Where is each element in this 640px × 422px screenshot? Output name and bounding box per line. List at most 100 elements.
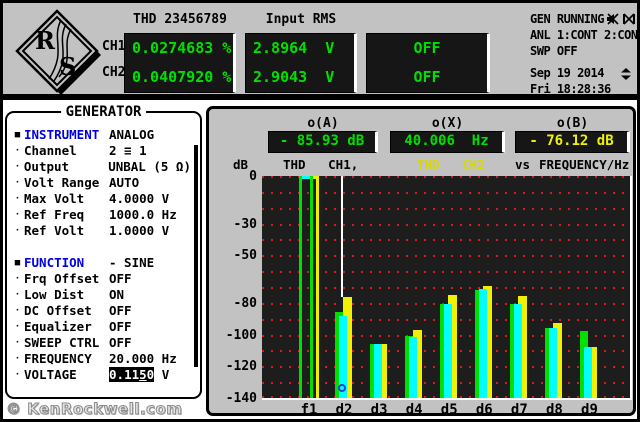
item-label: Max Volt [24, 191, 85, 206]
keyboard-locked-icon [622, 13, 635, 25]
x-tick-label: d8 [545, 402, 563, 418]
item-value: OFF [109, 303, 132, 318]
legend-vs: vs [515, 157, 531, 172]
fundamental-line [299, 176, 302, 398]
input-rms-ch1-value: 2.8964 V [253, 39, 335, 57]
item-label: Ref Freq [24, 207, 85, 222]
item-value: OFF [109, 319, 132, 334]
generator-menu-item-low-dist[interactable]: · Low Dist ON [11, 287, 191, 303]
item-value: ON [109, 287, 125, 302]
bar-overlap [409, 336, 418, 398]
scroll-updown-icon [621, 68, 631, 80]
ch1-label: CH1 [102, 39, 126, 54]
swp-status: SWP OFF [530, 44, 578, 58]
x-tick-label: d7 [510, 402, 528, 418]
item-bullet-icon: · [14, 178, 21, 188]
input-rms-title: Input RMS [265, 12, 337, 27]
item-label: Channel [24, 143, 77, 158]
bar-overlap [479, 288, 488, 398]
generator-menu-item-ref-volt[interactable]: · Ref Volt 1.0000 V [11, 223, 191, 239]
item-value: 4.0000 V [109, 191, 170, 206]
analyzer-panel: o(A) - 85.93 dB o(X) 40.006 Hz o(B) - 76… [206, 106, 636, 418]
item-label: DC Offset [24, 303, 92, 318]
aux-row1-value: OFF [413, 39, 441, 57]
input-rms-display: 2.8964 V 2.9043 V [245, 33, 357, 93]
thd-ch1-value: 0.0274683 % [132, 39, 232, 57]
generator-panel: GENERATOR ■ INSTRUMENT ANALOG · Channel 2 ≡ 1… [5, 104, 202, 399]
item-bullet-icon: · [14, 306, 21, 316]
item-bullet-icon: · [14, 274, 21, 284]
item-label: Equalizer [24, 319, 92, 334]
y-tick-label: -80 [233, 295, 257, 311]
generator-menu-item-ref-freq[interactable]: · Ref Freq 1000.0 Hz [11, 207, 191, 223]
generator-row-spacer [11, 239, 191, 255]
thd-display: 0.0274683 % 0.0407920 % [124, 33, 236, 93]
y-tick-label: -50 [233, 248, 257, 264]
legend-x-axis: FREQUENCY/Hz [539, 157, 630, 172]
thd-ch2-value: 0.0407920 % [132, 68, 232, 86]
item-value: AUTO [109, 175, 140, 190]
header-strip: R S CH1 CH2 THD 23456789 0.0274683 % 0.0… [3, 3, 640, 97]
item-value: 1000.0 Hz [109, 207, 177, 222]
generator-menu-item-instrument[interactable]: ■ INSTRUMENT ANALOG [11, 127, 191, 143]
cursor-x-label: o(X) [431, 116, 464, 131]
instrument-screen: R S CH1 CH2 THD 23456789 0.0274683 % 0.0… [0, 0, 640, 422]
item-bullet-icon: · [14, 162, 21, 172]
generator-menu-item-output[interactable]: · Output UNBAL (5 Ω) [11, 159, 191, 175]
generator-menu-item-equalizer[interactable]: · Equalizer OFF [11, 319, 191, 335]
item-bullet-icon: · [14, 146, 21, 156]
item-value: OFF [109, 271, 132, 286]
cursor-line[interactable] [341, 176, 344, 297]
generator-menu-item-frq-offset[interactable]: · Frq Offset OFF [11, 271, 191, 287]
input-rms-ch2-value: 2.9043 V [253, 68, 335, 86]
rs-logo-icon: R S [15, 9, 101, 95]
item-bullet-icon: · [14, 194, 21, 204]
bar-overlap [444, 303, 453, 398]
generator-menu-item-frequency[interactable]: · FREQUENCY 20.000 Hz [11, 351, 191, 367]
generator-menu-item-sweep-ctrl[interactable]: · SWEEP CTRL OFF [11, 335, 191, 351]
thd-title: THD 23456789 [133, 12, 227, 27]
x-tick-label: d9 [581, 402, 598, 418]
item-bullet-icon: · [14, 290, 21, 300]
item-value: 2 ≡ 1 [109, 143, 147, 158]
section-bullet-icon: ■ [14, 258, 21, 268]
item-label: Frq Offset [24, 271, 100, 286]
bar-overlap [584, 347, 593, 398]
item-bullet-icon: · [14, 338, 21, 348]
fundamental-line [316, 176, 319, 398]
item-value: - SINE [109, 255, 155, 270]
gen-status: GEN RUNNING [530, 12, 604, 26]
item-bullet-icon: · [14, 226, 21, 236]
generator-scrollbar[interactable] [194, 145, 198, 367]
x-tick-label: d2 [335, 402, 353, 418]
item-label: INSTRUMENT [24, 127, 100, 142]
item-label: FREQUENCY [24, 351, 92, 366]
y-tick-label: -100 [225, 327, 257, 343]
anl-status: ANL 1:CONT 2:CONT [530, 28, 640, 42]
svg-text:R: R [35, 26, 56, 55]
fundamental-top-yellow [313, 176, 316, 179]
item-label: SWEEP CTRL [24, 335, 100, 350]
y-tick-label: -120 [225, 359, 257, 375]
x-tick-label: d6 [475, 402, 493, 418]
generator-menu-item-function[interactable]: ■ FUNCTION - SINE [11, 255, 191, 271]
aux-row2-value: OFF [413, 68, 441, 86]
item-bullet-icon: · [14, 322, 21, 332]
generator-menu-item-channel[interactable]: · Channel 2 ≡ 1 [11, 143, 191, 159]
x-tick-label: d5 [440, 402, 458, 418]
fundamental-top-cyan [302, 176, 310, 179]
generator-menu-item-dc-offset[interactable]: · DC Offset OFF [11, 303, 191, 319]
cursor-a-label: o(A) [307, 116, 339, 131]
item-value: 1.0000 V [109, 223, 170, 238]
aux-display: OFF OFF [366, 33, 490, 93]
generator-menu-item-volt-range[interactable]: · Volt Range AUTO [11, 175, 191, 191]
item-bullet-icon: · [14, 210, 21, 220]
generator-menu-item-voltage[interactable]: · VOLTAGE 0.1150 V [11, 367, 191, 383]
time-label: Fri 18:28:36 [530, 82, 611, 96]
generator-menu-item-max-volt[interactable]: · Max Volt 4.0000 V [11, 191, 191, 207]
item-value: ANALOG [109, 127, 155, 142]
item-label: Output [23, 159, 70, 174]
item-label: FUNCTION [24, 255, 85, 270]
item-label: Volt Range [24, 175, 100, 190]
bar-overlap [514, 303, 523, 398]
